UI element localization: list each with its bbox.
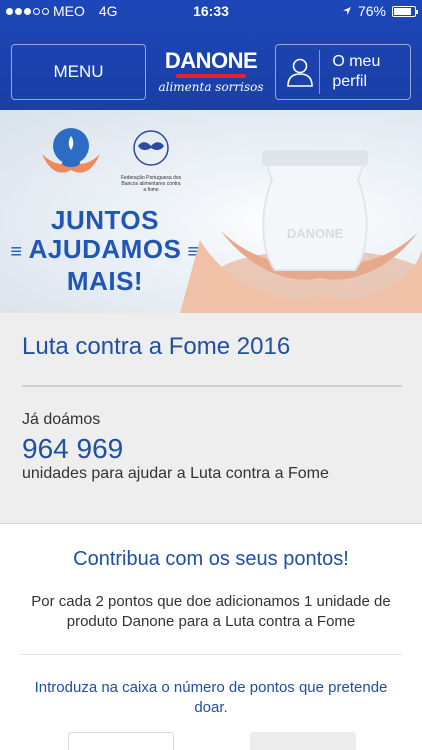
location-arrow-icon bbox=[342, 7, 351, 15]
battery-icon bbox=[392, 5, 418, 17]
profile-button[interactable]: O meu perfil bbox=[275, 44, 411, 100]
campaign-title: Luta contra a Fome 2016 bbox=[22, 333, 291, 360]
donate-button[interactable] bbox=[250, 732, 356, 750]
donated-count: 964 969 bbox=[22, 433, 124, 464]
federation-caption: Federação Portuguesa dos Bancos alimenta… bbox=[120, 175, 182, 193]
profile-button-label: O meu perfil bbox=[332, 53, 381, 90]
contribute-divider bbox=[20, 654, 402, 655]
battery-percent: 76% bbox=[357, 3, 386, 19]
status-bar: MEO 4G 16:33 76% bbox=[0, 0, 422, 22]
app-header: MEO 4G 16:33 76% MENU DANONE alimenta so… bbox=[0, 0, 422, 110]
donated-description: unidades para ajudar a Luta contra a Fom… bbox=[22, 465, 329, 482]
contribute-section: Contribua com os seus pontos! Por cada 2… bbox=[0, 524, 422, 750]
stats-divider bbox=[22, 385, 402, 387]
menu-button-label: MENU bbox=[53, 62, 104, 81]
points-input[interactable] bbox=[68, 732, 174, 750]
donated-label: Já doámos bbox=[22, 411, 101, 428]
slogan-line-3: MAIS! bbox=[66, 266, 144, 296]
slogan-line-2: AJUDAMOS bbox=[28, 234, 182, 264]
logo-swoosh bbox=[176, 74, 246, 78]
slogan-line-1: JUNTOS bbox=[51, 205, 159, 235]
logo-tagline: alimenta sorrisos bbox=[158, 80, 264, 94]
food-bank-federation-logo: Federação Portuguesa dos Bancos alimenta… bbox=[120, 128, 182, 198]
contribute-description: Por cada 2 pontos que doe adicionamos 1 … bbox=[31, 593, 391, 630]
logo-brand: DANONE bbox=[164, 48, 258, 73]
donation-stats-panel: Luta contra a Fome 2016 Já doámos 964 96… bbox=[0, 313, 422, 524]
campaign-slogan: JUNTOS ≡ AJUDAMOS ≡ MAIS! bbox=[0, 206, 210, 296]
menu-button[interactable]: MENU bbox=[11, 44, 146, 100]
yogurt-in-hands-image: DANONE bbox=[180, 150, 422, 313]
campaign-banner: Federação Portuguesa dos Bancos alimenta… bbox=[0, 110, 422, 313]
campaign-hands-logo bbox=[40, 124, 102, 186]
danone-logo: DANONE alimenta sorrisos bbox=[155, 48, 267, 104]
contribute-title: Contribua com os seus pontos! bbox=[73, 548, 349, 570]
contribute-instruction: Introduza na caixa o número de pontos qu… bbox=[34, 679, 388, 716]
product-brand-text: DANONE bbox=[287, 226, 344, 241]
user-icon bbox=[281, 50, 321, 94]
